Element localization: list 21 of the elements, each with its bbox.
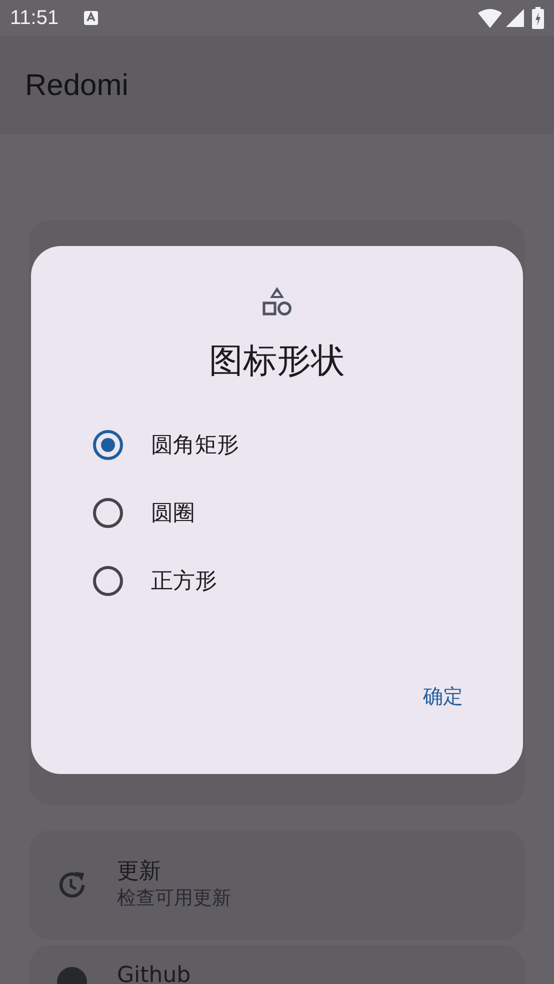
radio-button[interactable] <box>93 430 123 460</box>
radio-option[interactable]: 圆圈 <box>31 479 523 547</box>
app-title: Redomi <box>25 68 128 104</box>
wifi-icon <box>478 8 502 28</box>
dialog-title: 图标形状 <box>209 340 345 383</box>
item-title: Github <box>117 963 191 984</box>
confirm-button[interactable]: 确定 <box>411 675 475 717</box>
option-label: 圆角矩形 <box>151 432 239 460</box>
battery-icon <box>532 7 544 29</box>
radio-button[interactable] <box>93 566 123 596</box>
option-label: 圆圈 <box>151 500 195 528</box>
shapes-icon <box>262 286 292 316</box>
radio-option[interactable]: 正方形 <box>31 547 523 615</box>
history-icon <box>57 870 87 900</box>
clock: 11:51 <box>10 6 59 31</box>
radio-button[interactable] <box>93 498 123 528</box>
radio-option[interactable]: 圆角矩形 <box>31 411 523 479</box>
item-title: 更新 <box>117 859 162 886</box>
option-label: 正方形 <box>151 568 217 596</box>
signal-icon <box>506 9 524 27</box>
keyboard-notification-icon <box>82 10 99 26</box>
